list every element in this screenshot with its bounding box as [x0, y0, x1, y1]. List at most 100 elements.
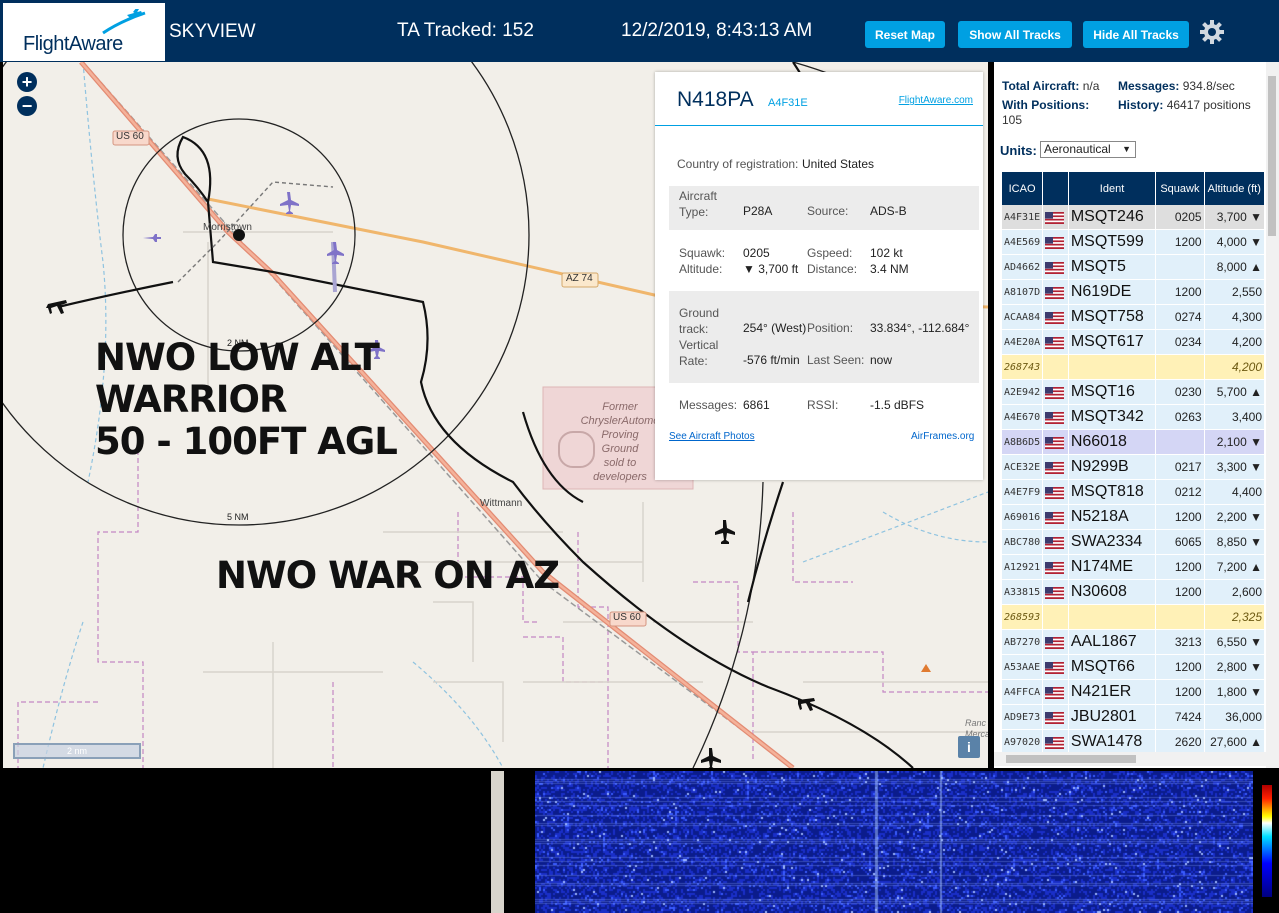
- icao-cell: A4E670: [1002, 405, 1043, 430]
- altitude-cell: 2,800 ▼: [1204, 655, 1264, 680]
- icao-cell: A8B6D5: [1002, 430, 1043, 455]
- altitude-cell: 4,200: [1204, 355, 1264, 380]
- icao-cell: AD9E73: [1002, 705, 1043, 730]
- zoom-out-button[interactable]: −: [17, 96, 37, 116]
- table-row[interactable]: A8B6D5 N66018 2,100 ▼: [1002, 430, 1264, 455]
- with-positions-label: With Positions:: [1002, 98, 1090, 112]
- aircraft-type-value: P28A: [743, 204, 773, 218]
- rssi-label: RSSI:: [807, 398, 839, 412]
- position-value: 33.834°, -112.684°: [870, 321, 970, 335]
- show-all-tracks-button[interactable]: Show All Tracks: [958, 21, 1072, 48]
- icao-cell: A4FFCA: [1002, 680, 1043, 705]
- table-row[interactable]: ABC780 SWA2334 6065 8,850 ▼: [1002, 530, 1264, 555]
- column-header-icao[interactable]: ICAO: [1002, 172, 1043, 205]
- messages-rate-label: Messages:: [1118, 79, 1180, 93]
- table-row[interactable]: AB7270 AAL1867 3213 6,550 ▼: [1002, 630, 1264, 655]
- squawk-cell: 1200: [1156, 230, 1204, 255]
- scrollbar-thumb[interactable]: [1268, 76, 1276, 236]
- altitude-cell: 3,400: [1204, 405, 1264, 430]
- altitude-cell: 36,000: [1204, 705, 1264, 730]
- aircraft-icon[interactable]: [46, 300, 67, 314]
- aircraft-photos-link[interactable]: See Aircraft Photos: [669, 431, 755, 442]
- us-flag-icon: [1045, 561, 1065, 574]
- reset-map-button[interactable]: Reset Map: [865, 21, 945, 48]
- sidebar-horizontal-scrollbar[interactable]: [994, 752, 1266, 766]
- aircraft-icon[interactable]: [280, 192, 299, 214]
- aircraft-icon[interactable]: [327, 242, 344, 264]
- us-flag-icon: [1045, 411, 1065, 424]
- table-row[interactable]: A4E670 MSQT342 0263 3,400: [1002, 405, 1264, 430]
- squawk-cell: 1200: [1156, 680, 1204, 705]
- scrollbar-thumb[interactable]: [1006, 755, 1136, 763]
- messages-stat: Messages: 934.8/sec: [1118, 79, 1235, 93]
- sidebar-vertical-scrollbar[interactable]: [1266, 62, 1279, 768]
- altitude-cell: 2,325: [1204, 605, 1264, 630]
- units-select[interactable]: Aeronautical ▼: [1040, 141, 1136, 158]
- table-row[interactable]: ACAA84 MSQT758 0274 4,300: [1002, 305, 1264, 330]
- altitude-cell: 8,850 ▼: [1204, 530, 1264, 555]
- table-row[interactable]: 268593 2,325: [1002, 605, 1264, 630]
- gspeed-value: 102 kt: [870, 246, 903, 260]
- column-header-ident[interactable]: Ident: [1068, 172, 1156, 205]
- airframes-link[interactable]: AirFrames.org: [911, 431, 974, 442]
- flightaware-link[interactable]: FlightAware.com: [899, 95, 973, 106]
- ident-cell: MSQT66: [1068, 655, 1156, 680]
- table-row[interactable]: A2E942 MSQT16 0230 5,700 ▲: [1002, 380, 1264, 405]
- table-row[interactable]: A4FFCA N421ER 1200 1,800 ▼: [1002, 680, 1264, 705]
- ground-track-label: Ground track:: [679, 306, 720, 336]
- table-row[interactable]: AD9E73 JBU2801 7424 36,000: [1002, 705, 1264, 730]
- us-flag-icon: [1045, 286, 1065, 299]
- flightaware-logo[interactable]: FlightAware: [3, 3, 165, 61]
- us-flag-icon: [1045, 661, 1065, 674]
- icao-cell: AB7270: [1002, 630, 1043, 655]
- table-row[interactable]: A33815 N30608 1200 2,600: [1002, 580, 1264, 605]
- table-row[interactable]: ACE32E N9299B 0217 3,300 ▼: [1002, 455, 1264, 480]
- map-attribution-info-button[interactable]: i: [958, 736, 980, 758]
- table-row[interactable]: A12921 N174ME 1200 7,200 ▲: [1002, 555, 1264, 580]
- icao-cell: 268743: [1002, 355, 1043, 380]
- ident-cell: MSQT16: [1068, 380, 1156, 405]
- icao-cell: ABC780: [1002, 530, 1043, 555]
- table-row[interactable]: A4E20A MSQT617 0234 4,200: [1002, 330, 1264, 355]
- pane-divider[interactable]: [491, 771, 504, 913]
- ground-track-value: 254° (West): [743, 321, 807, 335]
- us-flag-icon: [1045, 336, 1065, 349]
- road-label-az74: AZ 74: [566, 273, 593, 284]
- table-row[interactable]: A4E569 MSQT599 1200 4,000 ▼: [1002, 230, 1264, 255]
- clock-datetime: 12/2/2019, 8:43:13 AM: [621, 20, 813, 41]
- gear-icon[interactable]: [1199, 19, 1225, 45]
- flag-cell: [1043, 680, 1068, 705]
- chevron-down-icon: ▼: [1122, 144, 1131, 154]
- messages-value: 6861: [743, 398, 770, 412]
- aircraft-icon[interactable]: [143, 234, 161, 242]
- ta-tracked-count: TA Tracked: 152: [397, 20, 534, 41]
- icao-cell: AD4662: [1002, 255, 1043, 280]
- messages-label: Messages:: [679, 398, 738, 412]
- table-row[interactable]: AD4662 MSQT5 8,000 ▲: [1002, 255, 1264, 280]
- us-flag-icon: [1045, 536, 1065, 549]
- column-header-squawk[interactable]: Squawk: [1156, 172, 1204, 205]
- hide-all-tracks-button[interactable]: Hide All Tracks: [1083, 21, 1189, 48]
- sdr-waterfall-display: [535, 771, 1253, 913]
- table-row[interactable]: A4E7F9 MSQT818 0212 4,400: [1002, 480, 1264, 505]
- gspeed-label: Gspeed:: [807, 246, 853, 260]
- column-header-flag[interactable]: [1043, 172, 1068, 205]
- squawk-cell: 0205: [1156, 205, 1204, 230]
- zoom-in-button[interactable]: +: [17, 72, 37, 92]
- position-label: Position:: [807, 321, 854, 335]
- altitude-cell: 2,600: [1204, 580, 1264, 605]
- column-header-altitude[interactable]: Altitude (ft): [1204, 172, 1264, 205]
- altitude-cell: 3,300 ▼: [1204, 455, 1264, 480]
- table-row[interactable]: A69016 N5218A 1200 2,200 ▼: [1002, 505, 1264, 530]
- table-row[interactable]: A53AAE MSQT66 1200 2,800 ▼: [1002, 655, 1264, 680]
- flag-cell: [1043, 630, 1068, 655]
- table-row[interactable]: A8107D N619DE 1200 2,550: [1002, 280, 1264, 305]
- table-row[interactable]: A4F31E MSQT246 0205 3,700 ▼: [1002, 205, 1264, 230]
- road-label-us60: US 60: [116, 131, 144, 142]
- aircraft-icon[interactable]: [701, 748, 721, 768]
- type-section: Aircraft Type: P28A Source: ADS-B: [669, 186, 979, 230]
- squawk-cell: 6065: [1156, 530, 1204, 555]
- squawk-section: Squawk: 0205 Gspeed: 102 kt Altitude: ▼ …: [669, 244, 979, 284]
- aircraft-icon[interactable]: [715, 520, 735, 544]
- table-row[interactable]: 268743 4,200: [1002, 355, 1264, 380]
